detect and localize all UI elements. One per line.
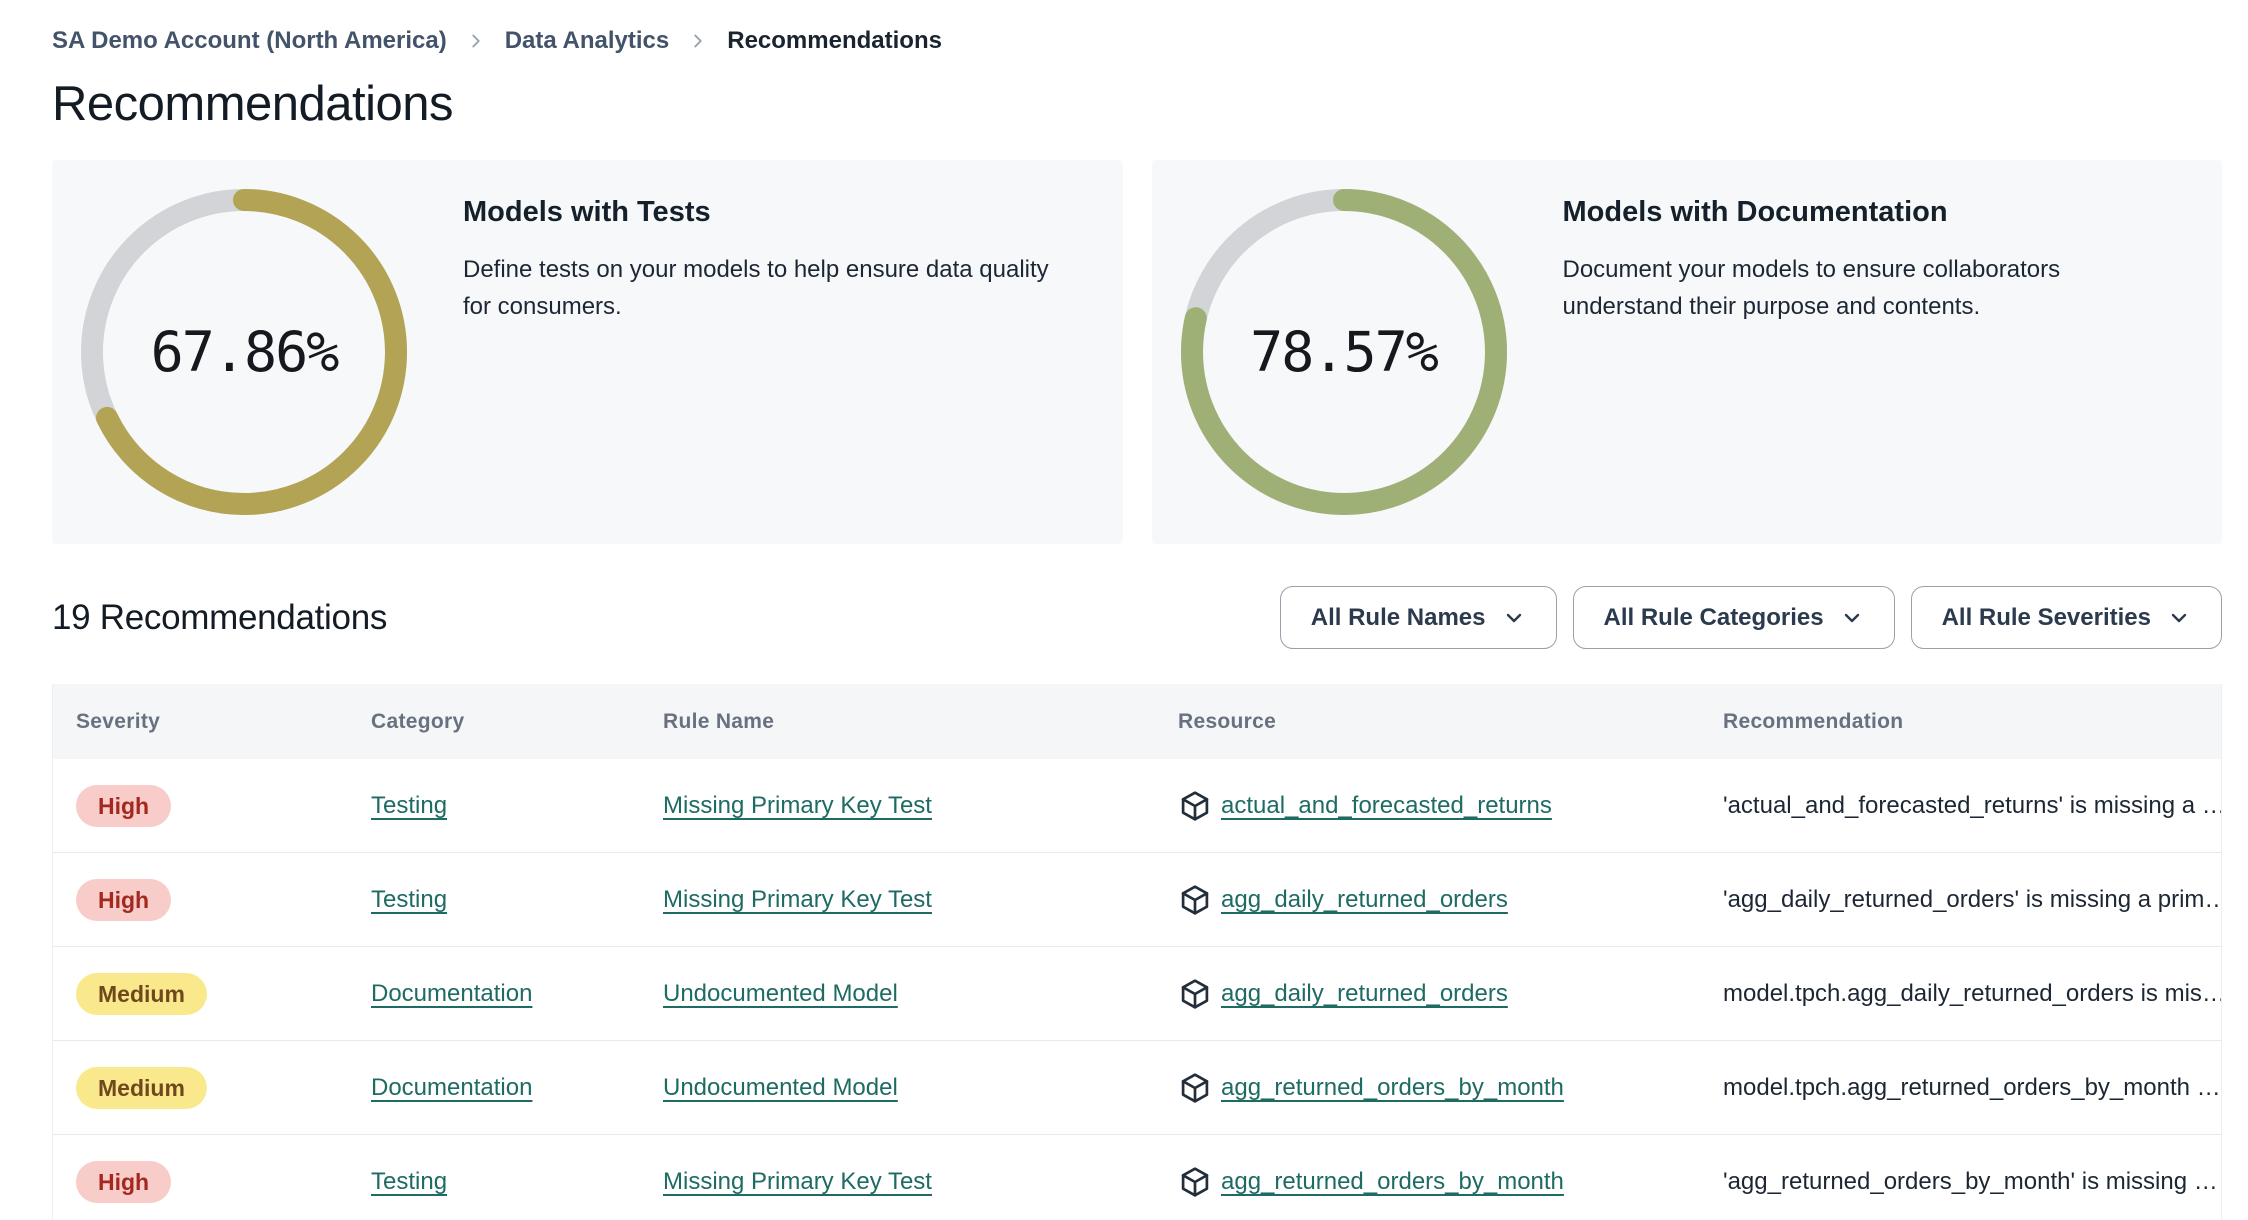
category-cell: Testing [348,886,640,914]
resource-link[interactable]: agg_returned_orders_by_month [1221,1074,1564,1102]
severity-cell: Medium [53,972,348,1015]
resource-link[interactable]: agg_daily_returned_orders [1221,886,1508,914]
rule-severities-filter-label: All Rule Severities [1941,603,2151,631]
recommendations-count-heading: 19 Recommendations [52,597,388,637]
breadcrumb-current: Recommendations [727,27,942,54]
category-link[interactable]: Documentation [371,980,532,1007]
tests-donut-chart: 67.86% [81,189,407,515]
breadcrumb-project-link[interactable]: Data Analytics [505,27,670,55]
rule-names-filter-dropdown[interactable]: All Rule Names [1279,586,1557,649]
category-link[interactable]: Testing [371,886,447,913]
recommendation-cell: 'agg_daily_returned_orders' is missing a… [1723,885,2221,913]
rule-name-link[interactable]: Missing Primary Key Test [663,792,932,819]
category-link[interactable]: Testing [371,792,447,819]
resource-cell: agg_daily_returned_orders [1155,883,1700,917]
severity-cell: High [53,878,348,921]
models-with-tests-card: 67.86% Models with Tests Define tests on… [52,160,1123,544]
chevron-down-icon [1502,606,1526,630]
category-cell: Testing [348,1168,640,1196]
severity-cell: Medium [53,1066,348,1109]
model-cube-icon [1178,1165,1212,1199]
rule-name-column-header: Rule Name [663,709,775,733]
recommendations-table: Severity Category Rule Name Resource Rec… [52,684,2222,1220]
documentation-percent-value: 78.57% [1250,320,1439,384]
rule-name-cell: Undocumented Model [640,1074,1155,1102]
resource-cell: agg_daily_returned_orders [1155,977,1700,1011]
category-cell: Documentation [348,1074,640,1102]
recommendation-cell: 'agg_returned_orders_by_month' is missin… [1723,1168,2218,1195]
tests-card-text: Models with Tests Define tests on your m… [463,196,1063,325]
rule-name-link[interactable]: Missing Primary Key Test [663,1168,932,1195]
models-with-documentation-card: 78.57% Models with Documentation Documen… [1151,160,2222,544]
severity-badge: High [76,1161,172,1203]
table-row: Medium Documentation Undocumented Model … [53,947,2221,1041]
rule-name-cell: Missing Primary Key Test [640,886,1155,914]
resource-link[interactable]: actual_and_forecasted_returns [1221,792,1552,820]
severity-badge: High [76,878,172,921]
tests-card-title: Models with Tests [463,196,711,228]
rule-name-link[interactable]: Missing Primary Key Test [663,886,932,913]
table-row: High Testing Missing Primary Key Test ag… [53,1135,2221,1220]
page-title: Recommendations [52,77,454,131]
tests-card-description: Define tests on your models to help ensu… [463,256,1049,320]
rule-name-cell: Undocumented Model [640,980,1155,1008]
recommendations-toolbar: 19 Recommendations All Rule Names All Ru… [52,586,2222,649]
documentation-donut-chart: 78.57% [1180,189,1507,515]
rule-severities-filter-dropdown[interactable]: All Rule Severities [1910,586,2222,649]
table-header-row: Severity Category Rule Name Resource Rec… [53,684,2221,759]
severity-badge: High [76,784,172,827]
rule-name-link[interactable]: Undocumented Model [663,1074,898,1101]
documentation-card-description: Document your models to ensure collabora… [1562,256,2061,320]
chevron-down-icon [2167,606,2191,630]
chevron-right-icon [687,30,709,52]
table-row: High Testing Missing Primary Key Test ac… [53,759,2221,853]
breadcrumb-account-link[interactable]: SA Demo Account (North America) [52,27,447,55]
summary-cards: 67.86% Models with Tests Define tests on… [52,160,2222,544]
resource-link[interactable]: agg_daily_returned_orders [1221,980,1508,1008]
table-body: High Testing Missing Primary Key Test ac… [53,759,2221,1220]
category-link[interactable]: Testing [371,1168,447,1195]
tests-percent-value: 67.86% [150,320,340,384]
category-cell: Documentation [348,980,640,1008]
recommendation-column-header: Recommendation [1723,709,1904,733]
recommendation-cell: model.tpch.agg_returned_orders_by_month … [1723,1073,2221,1101]
severity-cell: High [53,1161,348,1203]
severity-cell: High [53,784,348,827]
model-cube-icon [1178,977,1212,1011]
model-cube-icon [1178,883,1212,917]
severity-badge: Medium [76,972,207,1015]
severity-column-header: Severity [76,709,161,733]
resource-link[interactable]: agg_returned_orders_by_month [1221,1168,1564,1196]
rule-names-filter-label: All Rule Names [1310,603,1486,631]
recommendation-cell: model.tpch.agg_daily_returned_orders is … [1723,979,2221,1007]
chevron-down-icon [1840,606,1864,630]
rule-name-cell: Missing Primary Key Test [640,792,1155,820]
resource-cell: agg_returned_orders_by_month [1155,1071,1700,1105]
resource-cell: agg_returned_orders_by_month [1155,1165,1700,1199]
resource-column-header: Resource [1178,709,1277,733]
severity-badge: Medium [76,1066,207,1109]
breadcrumb: SA Demo Account (North America) Data Ana… [52,22,2222,60]
table-row: Medium Documentation Undocumented Model … [53,1041,2221,1135]
recommendation-cell: 'actual_and_forecasted_returns' is missi… [1723,791,2221,819]
rule-categories-filter-label: All Rule Categories [1603,603,1824,631]
documentation-card-title: Models with Documentation [1562,196,1948,228]
table-row: High Testing Missing Primary Key Test ag… [53,853,2221,947]
category-column-header: Category [371,709,465,733]
rule-name-cell: Missing Primary Key Test [640,1168,1155,1196]
chevron-right-icon [465,30,487,52]
model-cube-icon [1178,1071,1212,1105]
documentation-card-text: Models with Documentation Document your … [1563,196,2163,325]
recommendations-page: SA Demo Account (North America) Data Ana… [0,0,2248,1220]
model-cube-icon [1178,789,1212,823]
category-link[interactable]: Documentation [371,1074,532,1101]
rule-name-link[interactable]: Undocumented Model [663,980,898,1007]
filters: All Rule Names All Rule Categories All R… [1279,586,2222,649]
rule-categories-filter-dropdown[interactable]: All Rule Categories [1572,586,1895,649]
category-cell: Testing [348,792,640,820]
resource-cell: actual_and_forecasted_returns [1155,789,1700,823]
